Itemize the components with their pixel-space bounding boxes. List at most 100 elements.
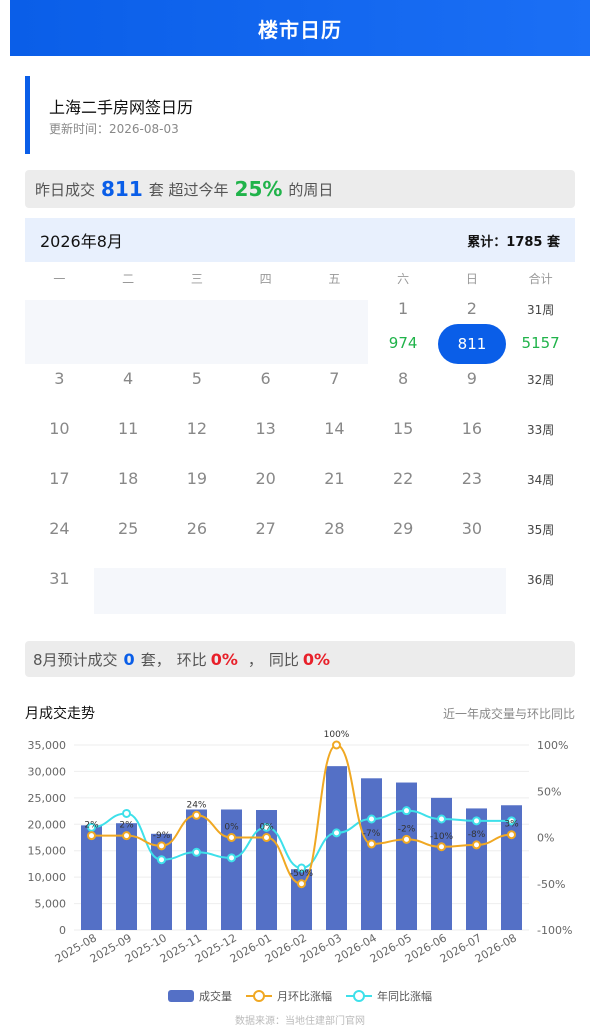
bar — [466, 808, 487, 930]
calendar-day[interactable]: 20 — [231, 469, 300, 488]
app-header: 楼市日历 — [10, 0, 590, 56]
week-label: 31周 — [526, 303, 555, 317]
calendar-day[interactable]: 28 — [300, 519, 369, 538]
yoy-point — [402, 806, 411, 816]
bar — [396, 782, 417, 930]
calendar-day[interactable]: 2 — [438, 299, 507, 318]
weekday-label: 四 — [259, 272, 272, 286]
calendar-day[interactable]: 22 — [369, 469, 438, 488]
mom-point — [437, 842, 446, 852]
calendar-day[interactable]: 16 — [438, 419, 507, 438]
calendar-day[interactable]: 26 — [163, 519, 232, 538]
yoy-point — [227, 853, 236, 863]
calendar-day[interactable]: 11 — [94, 419, 163, 438]
week-total: 5157 — [521, 334, 560, 352]
mom-data-label: 2% — [119, 821, 134, 831]
week-label: 32周 — [526, 373, 555, 387]
weekday-row: 一 二 三 四 五 六 日 合计 — [25, 270, 575, 292]
calendar-day[interactable]: 1 — [369, 299, 438, 318]
calendar-month[interactable]: 2026年8月 — [40, 228, 123, 252]
legend-item-volume[interactable]: 成交量 — [168, 988, 232, 1004]
trend-title: 月成交走势 — [25, 706, 95, 722]
mom-data-label: 100% — [324, 730, 350, 740]
calendar-day[interactable]: 9 — [438, 369, 507, 388]
calendar-day[interactable]: 3 — [25, 369, 94, 388]
calendar-day[interactable]: 29 — [369, 519, 438, 538]
left-tick-label: 15,000 — [28, 845, 67, 858]
monthly-trend-chart: 35,000 30,000 25,000 20,000 15,000 10,000 5,00… — [28, 730, 573, 966]
legend-item-yoy[interactable]: 年同比涨幅 — [346, 988, 432, 1004]
legend-line-swatch — [246, 990, 272, 1002]
calendar-day[interactable]: 15 — [369, 419, 438, 438]
calendar-day[interactable]: 7 — [300, 369, 369, 388]
forecast-count: 0 — [123, 649, 135, 669]
right-tick-label: 50% — [537, 785, 561, 798]
left-tick-label: 35,000 — [28, 739, 67, 752]
calendar-day[interactable]: 19 — [163, 469, 232, 488]
calendar-day[interactable]: 27 — [231, 519, 300, 538]
month-forecast: 8月预计成交 0 套， 环比 0% ， 同比 0% — [25, 641, 575, 677]
left-tick-label: 30,000 — [28, 765, 67, 778]
trend-subtitle: 近一年成交量与环比同比 — [442, 707, 575, 721]
weekday-label: 二 — [122, 272, 135, 286]
calendar-day[interactable]: 14 — [300, 419, 369, 438]
yoy-point — [437, 814, 446, 824]
calendar-day[interactable]: 23 — [438, 469, 507, 488]
yoy-point — [332, 828, 341, 838]
weekday-label: 三 — [190, 272, 203, 286]
bar — [81, 825, 102, 930]
calendar-day[interactable]: 24 — [25, 519, 94, 538]
calendar-title: 上海二手房网签日历 — [49, 98, 194, 117]
calendar-day[interactable]: 18 — [94, 469, 163, 488]
mom-data-label: -2% — [398, 824, 416, 834]
yoy-point — [367, 814, 376, 824]
summary-unit: 套 超过今年 — [148, 180, 229, 199]
mom-data-label: 0% — [224, 823, 239, 833]
right-tick-label: -50% — [537, 878, 565, 891]
yoy-point — [472, 816, 481, 826]
legend-bar-swatch — [168, 990, 194, 1002]
calendar-day[interactable]: 10 — [25, 419, 94, 438]
calendar-day[interactable]: 25 — [94, 519, 163, 538]
calendar-day[interactable]: 5 — [163, 369, 232, 388]
calendar-day[interactable]: 4 — [94, 369, 163, 388]
summary-pct: 25% — [234, 177, 283, 201]
calendar-day[interactable]: 13 — [231, 419, 300, 438]
forecast-sep: ， — [247, 650, 263, 669]
summary-suffix: 的周日 — [288, 180, 334, 199]
forecast-yoy: 0% — [302, 649, 331, 669]
accent-bar — [25, 76, 30, 154]
mom-point — [402, 834, 411, 844]
calendar-day[interactable]: 6 — [231, 369, 300, 388]
selected-day-count[interactable]: 811 — [438, 324, 506, 364]
right-tick-label: -100% — [537, 924, 572, 937]
forecast-yoy-label: 同比 — [268, 650, 299, 669]
page-title: 楼市日历 — [258, 17, 342, 42]
weekday-label: 日 — [465, 272, 478, 286]
left-tick-label: 10,000 — [28, 871, 67, 884]
left-tick-label: 5,000 — [35, 898, 67, 911]
empty-days-area — [94, 568, 506, 614]
legend-label: 成交量 — [199, 990, 232, 1003]
update-time: 更新时间：2026-08-03 — [49, 122, 179, 136]
calendar-day[interactable]: 17 — [25, 469, 94, 488]
calendar-total: 累计：1785 套 — [467, 234, 560, 250]
calendar-day[interactable]: 31 — [25, 569, 94, 588]
week-label: 33周 — [526, 423, 555, 437]
mom-point — [262, 833, 271, 842]
legend-item-mom[interactable]: 月环比涨幅 — [246, 988, 332, 1004]
yoy-point — [192, 847, 201, 857]
calendar-day[interactable]: 30 — [438, 519, 507, 538]
calendar-header: 2026年8月 累计：1785 套 — [25, 218, 575, 262]
calendar-day[interactable]: 21 — [300, 469, 369, 488]
calendar-day[interactable]: 12 — [163, 419, 232, 438]
mom-data-label: 3% — [504, 820, 519, 830]
summary-prefix: 昨日成交 — [35, 180, 96, 199]
mom-point — [332, 740, 341, 750]
week-label: 34周 — [526, 473, 555, 487]
bar — [326, 766, 347, 930]
calendar-day[interactable]: 8 — [369, 369, 438, 388]
forecast-mom-label: 环比 — [176, 650, 207, 669]
empty-days-area — [25, 300, 368, 364]
forecast-unit: 套， — [140, 650, 171, 669]
